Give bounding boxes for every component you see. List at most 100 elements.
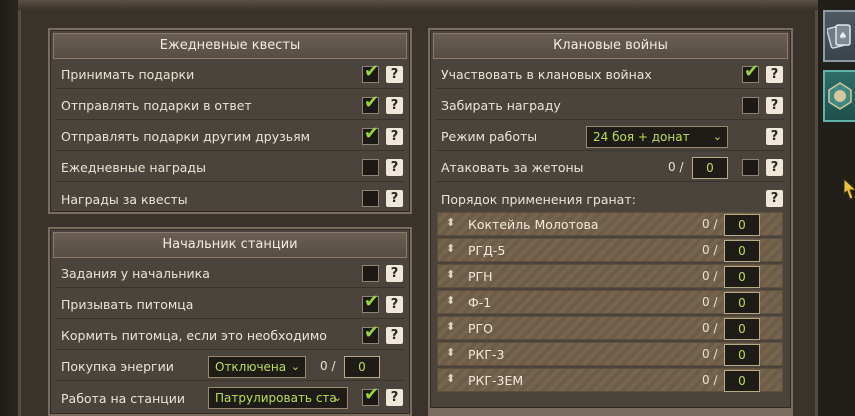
drag-handle-icon[interactable]: ⬍	[446, 268, 455, 281]
pet-medal-icon[interactable]	[823, 70, 855, 122]
setting-row: Призывать питомца ✔ ?	[56, 291, 404, 319]
help-icon[interactable]: ?	[766, 66, 783, 83]
send-gifts-friends-checkbox[interactable]: ✔	[362, 125, 379, 145]
check-mark-icon: ✔	[364, 322, 380, 343]
setting-row: Забирать награду ?	[436, 92, 785, 120]
next-panel-edge	[428, 410, 793, 416]
work-mode-select[interactable]: 24 боя + донат ⌄	[586, 126, 728, 148]
help-icon[interactable]: ?	[386, 128, 403, 145]
help-icon[interactable]: ?	[386, 190, 403, 207]
grenade-item[interactable]: ⬍ РКГ-3 0 / 0	[437, 342, 783, 366]
setting-row: Порядок применения гранат: ?	[436, 185, 785, 213]
station-chief-panel: Начальник станции Задания у начальника ?…	[48, 227, 412, 416]
setting-label: Забирать награду	[441, 98, 561, 113]
setting-label: Награды за квесты	[61, 191, 188, 207]
panel-title: Клановые войны	[433, 33, 788, 59]
setting-row: Ежедневные награды ?	[56, 154, 404, 182]
clan-wars-participate-checkbox[interactable]: ✔	[742, 61, 760, 83]
grenades-order-label: Порядок применения гранат:	[441, 191, 636, 207]
help-icon[interactable]: ?	[386, 66, 403, 83]
grenade-amount-input[interactable]: 0	[724, 318, 760, 340]
help-icon[interactable]: ?	[766, 128, 783, 145]
grenade-name: Ф-1	[468, 295, 492, 310]
help-icon[interactable]: ?	[386, 159, 403, 176]
help-icon[interactable]: ?	[386, 97, 403, 114]
grenade-amount-input[interactable]: 0	[724, 292, 760, 314]
grenade-item[interactable]: ⬍ РГД-5 0 / 0	[437, 238, 783, 262]
grenade-amount-input[interactable]: 0	[724, 240, 760, 262]
help-icon[interactable]: ?	[766, 190, 783, 207]
help-icon[interactable]: ?	[766, 159, 783, 176]
cards-icon[interactable]: ♠	[823, 10, 855, 62]
daily-quests-panel: Ежедневные квесты Принимать подарки ✔ ? …	[48, 28, 412, 214]
setting-row: Отправлять подарки в ответ ✔ ?	[56, 92, 404, 120]
summon-pet-checkbox[interactable]: ✔	[362, 293, 379, 313]
drag-handle-icon[interactable]: ⬍	[446, 242, 455, 255]
count-prefix: 0 /	[702, 217, 718, 231]
chevron-down-icon: ⌄	[712, 130, 722, 143]
accept-gifts-checkbox[interactable]: ✔	[362, 63, 379, 83]
setting-row: Атаковать за жетоны 0 / 0 ?	[436, 154, 785, 182]
window-top-border	[18, 0, 818, 10]
grenade-amount-input[interactable]: 0	[724, 370, 760, 392]
quest-rewards-checkbox[interactable]	[362, 190, 379, 207]
return-gifts-checkbox[interactable]: ✔	[362, 92, 380, 114]
tokens-amount-input[interactable]: 0	[692, 157, 728, 179]
energy-purchase-select[interactable]: Отключена ⌄	[208, 356, 306, 378]
setting-row: Задания у начальника ?	[56, 260, 404, 288]
setting-label: Ежедневные награды	[61, 160, 206, 175]
svg-text:♠: ♠	[839, 31, 848, 42]
check-mark-icon: ✔	[744, 61, 760, 82]
grenade-item[interactable]: ⬍ РКГ-3ЕМ 0 / 0	[437, 368, 783, 392]
setting-label: Атаковать за жетоны	[441, 160, 584, 175]
grenade-amount-input[interactable]: 0	[724, 344, 760, 366]
panel-title: Начальник станции	[53, 232, 407, 258]
panel-title: Ежедневные квесты	[53, 33, 407, 59]
energy-amount-input[interactable]: 0	[344, 356, 380, 378]
mouse-cursor-icon	[843, 177, 855, 205]
drag-handle-icon[interactable]: ⬍	[446, 320, 455, 333]
grenade-item[interactable]: ⬍ РГН 0 / 0	[437, 264, 783, 288]
grenade-item[interactable]: ⬍ Ф-1 0 / 0	[437, 290, 783, 314]
count-prefix: 0 /	[702, 243, 718, 257]
select-value: Отключена	[215, 360, 287, 374]
setting-row: Отправлять подарки другим друзьям ✔ ?	[56, 123, 404, 151]
chief-tasks-checkbox[interactable]	[362, 265, 379, 282]
pet-medal-icon-graphic	[828, 82, 852, 110]
cards-icon-graphic: ♠	[826, 24, 851, 49]
help-icon[interactable]: ?	[386, 265, 403, 282]
count-prefix: 0 /	[702, 295, 718, 309]
drag-handle-icon[interactable]: ⬍	[446, 294, 455, 307]
setting-row: Кормить питомца, если это необходимо ✔ ?	[56, 322, 404, 350]
setting-row: Режим работы 24 боя + донат ⌄ ?	[436, 123, 785, 151]
grenade-item[interactable]: ⬍ РГО 0 / 0	[437, 316, 783, 340]
setting-label: Принимать подарки	[61, 67, 195, 82]
help-icon[interactable]: ?	[766, 97, 783, 114]
station-work-checkbox[interactable]: ✔	[362, 386, 379, 406]
drag-handle-icon[interactable]: ⬍	[446, 216, 455, 229]
help-icon[interactable]: ?	[386, 327, 403, 344]
count-prefix: 0 /	[702, 373, 718, 387]
setting-label: Задания у начальника	[61, 266, 210, 281]
help-icon[interactable]: ?	[386, 296, 403, 313]
drag-handle-icon[interactable]: ⬍	[446, 346, 455, 359]
drag-handle-icon[interactable]: ⬍	[446, 372, 455, 385]
grenade-name: РГН	[468, 269, 493, 284]
help-icon[interactable]: ?	[386, 389, 403, 406]
select-value: Патрулировать ста	[215, 391, 337, 405]
grenade-amount-input[interactable]: 0	[724, 214, 760, 236]
feed-pet-checkbox[interactable]: ✔	[362, 322, 380, 344]
chevron-down-icon: ⌄	[290, 360, 300, 373]
check-mark-icon: ✔	[364, 92, 380, 113]
chevron-down-icon: ⌄	[332, 391, 342, 404]
daily-rewards-checkbox[interactable]	[362, 159, 379, 176]
collect-reward-checkbox[interactable]	[742, 97, 759, 114]
grenade-name: РКГ-3	[468, 347, 505, 362]
select-value: 24 боя + донат	[593, 130, 690, 144]
grenade-name: РГО	[468, 321, 493, 336]
grenade-item[interactable]: ⬍ Коктейль Молотова 0 / 0	[437, 212, 783, 236]
attack-tokens-checkbox[interactable]	[742, 159, 759, 176]
station-work-select[interactable]: Патрулировать ста ⌄	[208, 387, 348, 409]
setting-row: Принимать подарки ✔ ?	[56, 61, 404, 89]
grenade-amount-input[interactable]: 0	[724, 266, 760, 288]
